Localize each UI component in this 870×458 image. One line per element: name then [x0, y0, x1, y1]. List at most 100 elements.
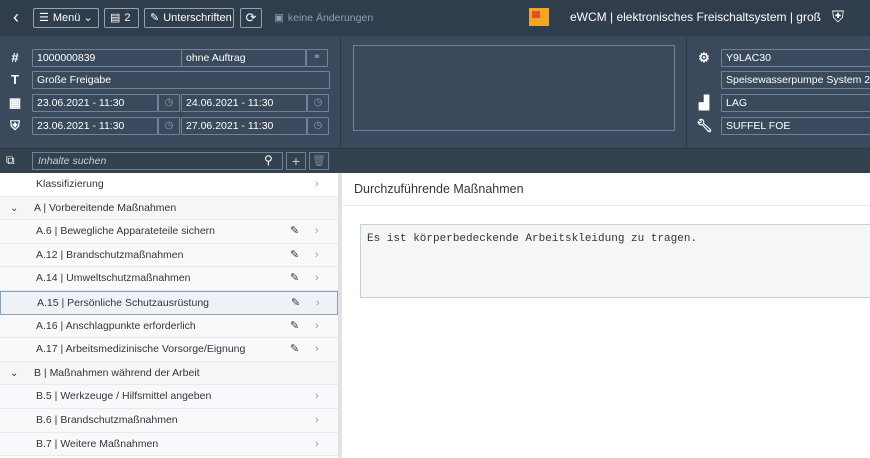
detail-title: Durchzuführende Maßnahmen — [354, 182, 524, 196]
wrench-icon: 🔧︎ — [696, 118, 713, 133]
measures-list: Klassifizierung › ⌄ A | Vorbereitende Maßna… — [0, 173, 338, 458]
list-item-label: B.5 | Werkzeuge / Hilfsmittel angeben — [36, 390, 212, 403]
edit-document-icon[interactable]: ✎ — [290, 315, 299, 338]
detail-separator — [342, 205, 870, 206]
list-item-label: A.14 | Umweltschutzmaßnahmen — [36, 272, 191, 285]
equipment-icon: ⚙ — [698, 50, 710, 65]
header-divider — [340, 36, 341, 148]
shield-small-icon: ⛨ — [10, 118, 20, 133]
list-item[interactable]: B.5 | Werkzeuge / Hilfsmittel angeben › — [0, 385, 338, 409]
chevron-right-icon: › — [315, 248, 319, 261]
header-panel: # 1000000839 ohne Auftrag ⚭ T Große Frei… — [0, 36, 870, 148]
top-toolbar: ‹ ☰ Menü ⌄ ▤ 2 ✎ Unterschriften ⟳ ▣ keine Än… — [0, 0, 870, 36]
list-item-label: A.16 | Anschlagpunkte erforderlich — [36, 319, 196, 332]
save-status-label: keine Änderungen — [287, 12, 374, 24]
save-icon: ▣ — [274, 12, 284, 24]
comment-icon: ▤ — [110, 12, 121, 24]
list-item[interactable]: A.14 | Umweltschutzmaßnahmen ✎ › — [0, 267, 338, 291]
calendar-clock-icon[interactable]: ◷ — [307, 117, 329, 135]
search-icon[interactable]: ⚲ — [264, 153, 273, 167]
save-status: ▣ keine Änderungen — [274, 8, 373, 28]
list-item[interactable]: A.6 | Bewegliche Apparateteile sichern ✎ › — [0, 220, 338, 244]
list-item[interactable]: B.7 | Weitere Maßnahmen › — [0, 432, 338, 457]
validity-end-field[interactable]: 27.06.2021 - 11:30 — [181, 117, 307, 135]
chevron-right-icon: › — [315, 178, 319, 190]
signature-icon: ✎ — [150, 12, 160, 24]
calendar-clock-icon[interactable]: ◷ — [307, 94, 329, 112]
edit-document-icon[interactable]: ✎ — [290, 267, 299, 290]
equipment-name-field[interactable]: Speisewasserpumpe System 2 — [721, 71, 870, 89]
chevron-right-icon: › — [315, 272, 319, 285]
chevron-right-icon: › — [315, 343, 319, 356]
header-divider — [686, 36, 687, 148]
calendar-clock-icon[interactable]: ◷ — [158, 117, 180, 135]
list-group-header[interactable]: ⌄ A | Vorbereitende Maßnahmen — [0, 196, 338, 221]
detail-panel: Durchzuführende Maßnahmen Es ist körperb… — [342, 173, 870, 458]
back-button[interactable]: ‹ — [6, 8, 26, 28]
comments-count: 2 — [124, 12, 131, 24]
list-item-label: Klassifizierung — [36, 178, 104, 190]
list-item[interactable]: A.12 | Brandschutzmaßnahmen ✎ › — [0, 243, 338, 268]
add-button[interactable]: + — [286, 152, 306, 170]
text-icon: T — [11, 72, 19, 87]
chevron-right-icon: › — [316, 297, 320, 309]
link-icon[interactable]: ⚭ — [306, 49, 328, 67]
list-item-label: B.7 | Weitere Maßnahmen — [36, 437, 159, 450]
equipment-id-field[interactable]: Y9LAC30 — [721, 49, 870, 67]
menu-label: Menü — [52, 12, 81, 24]
expand-chevron-icon[interactable]: ⌄ — [10, 362, 18, 385]
order-status-field[interactable]: ohne Auftrag — [181, 49, 306, 67]
calendar-clock-icon[interactable]: ◷ — [158, 94, 180, 112]
search-bar: ⧉ Inhalte suchen ⚲ + 🗑︎ — [0, 148, 870, 173]
title-field[interactable]: Große Freigabe — [32, 71, 330, 89]
chevron-right-icon: › — [315, 319, 319, 332]
list-item-label: B | Maßnahmen während der Arbeit — [34, 366, 200, 379]
calendar-icon: ▦ — [8, 95, 22, 110]
start-date-field[interactable]: 23.06.2021 - 11:30 — [32, 94, 158, 112]
list-item-label: A.15 | Persönliche Schutzausrüstung — [37, 297, 209, 309]
end-date-field[interactable]: 24.06.2021 - 11:30 — [181, 94, 307, 112]
menu-icon: ☰ — [39, 12, 49, 24]
chevron-right-icon: › — [315, 437, 319, 450]
edit-document-icon[interactable]: ✎ — [291, 292, 300, 315]
edit-document-icon[interactable]: ✎ — [290, 220, 299, 243]
factory-icon: ▟ — [699, 95, 709, 110]
order-number-field[interactable]: 1000000839 — [32, 49, 182, 67]
comments-count-button[interactable]: ▤ 2 — [104, 8, 139, 28]
list-item[interactable]: A.17 | Arbeitsmedizinische Vorsorge/Eign… — [0, 338, 338, 362]
list-item-label: A.17 | Arbeitsmedizinische Vorsorge/Eign… — [36, 343, 246, 356]
chevron-right-icon: › — [315, 414, 319, 426]
refresh-button[interactable]: ⟳ — [240, 8, 262, 28]
menu-button[interactable]: ☰ Menü ⌄ — [33, 8, 99, 28]
location-field[interactable]: LAG — [721, 94, 870, 112]
hash-icon: # — [11, 50, 19, 65]
chevron-right-icon: › — [315, 390, 319, 403]
measure-text-area[interactable]: Es ist körperbedeckende Arbeitskleidung … — [360, 224, 870, 298]
signatures-label: Unterschriften — [163, 12, 232, 24]
search-input[interactable]: Inhalte suchen — [32, 152, 283, 170]
list-item-label: A | Vorbereitende Maßnahmen — [34, 201, 177, 214]
chevron-down-icon: ⌄ — [80, 12, 93, 24]
edit-document-icon[interactable]: ✎ — [290, 338, 299, 361]
list-item[interactable]: Klassifizierung › — [0, 173, 338, 197]
technician-field[interactable]: SUFFEL FOE — [721, 117, 870, 135]
collapse-icon[interactable]: ⧉ — [6, 153, 15, 168]
list-item-label: B.6 | Brandschutzmaßnahmen — [36, 414, 178, 426]
list-item[interactable]: A.15 | Persönliche Schutzausrüstung ✎ › — [0, 291, 338, 315]
list-item-label: A.6 | Bewegliche Apparateteile sichern — [36, 225, 216, 238]
list-item-label: A.12 | Brandschutzmaßnahmen — [36, 248, 184, 261]
list-group-header[interactable]: ⌄ B | Maßnahmen während der Arbeit — [0, 361, 338, 386]
signatures-button[interactable]: ✎ Unterschriften — [144, 8, 234, 28]
delete-icon[interactable]: 🗑︎ — [309, 152, 329, 170]
app-logo — [529, 8, 549, 26]
shield-icon[interactable]: ⛨ — [828, 8, 848, 28]
notes-box[interactable] — [353, 45, 675, 131]
app-title: eWCM | elektronisches Freischaltsystem |… — [570, 10, 821, 24]
edit-document-icon[interactable]: ✎ — [290, 244, 299, 267]
chevron-right-icon: › — [315, 225, 319, 238]
refresh-icon: ⟳ — [245, 10, 257, 25]
list-item[interactable]: B.6 | Brandschutzmaßnahmen › — [0, 409, 338, 433]
list-item[interactable]: A.16 | Anschlagpunkte erforderlich ✎ › — [0, 314, 338, 339]
validity-start-field[interactable]: 23.06.2021 - 11:30 — [32, 117, 158, 135]
expand-chevron-icon[interactable]: ⌄ — [10, 197, 18, 220]
